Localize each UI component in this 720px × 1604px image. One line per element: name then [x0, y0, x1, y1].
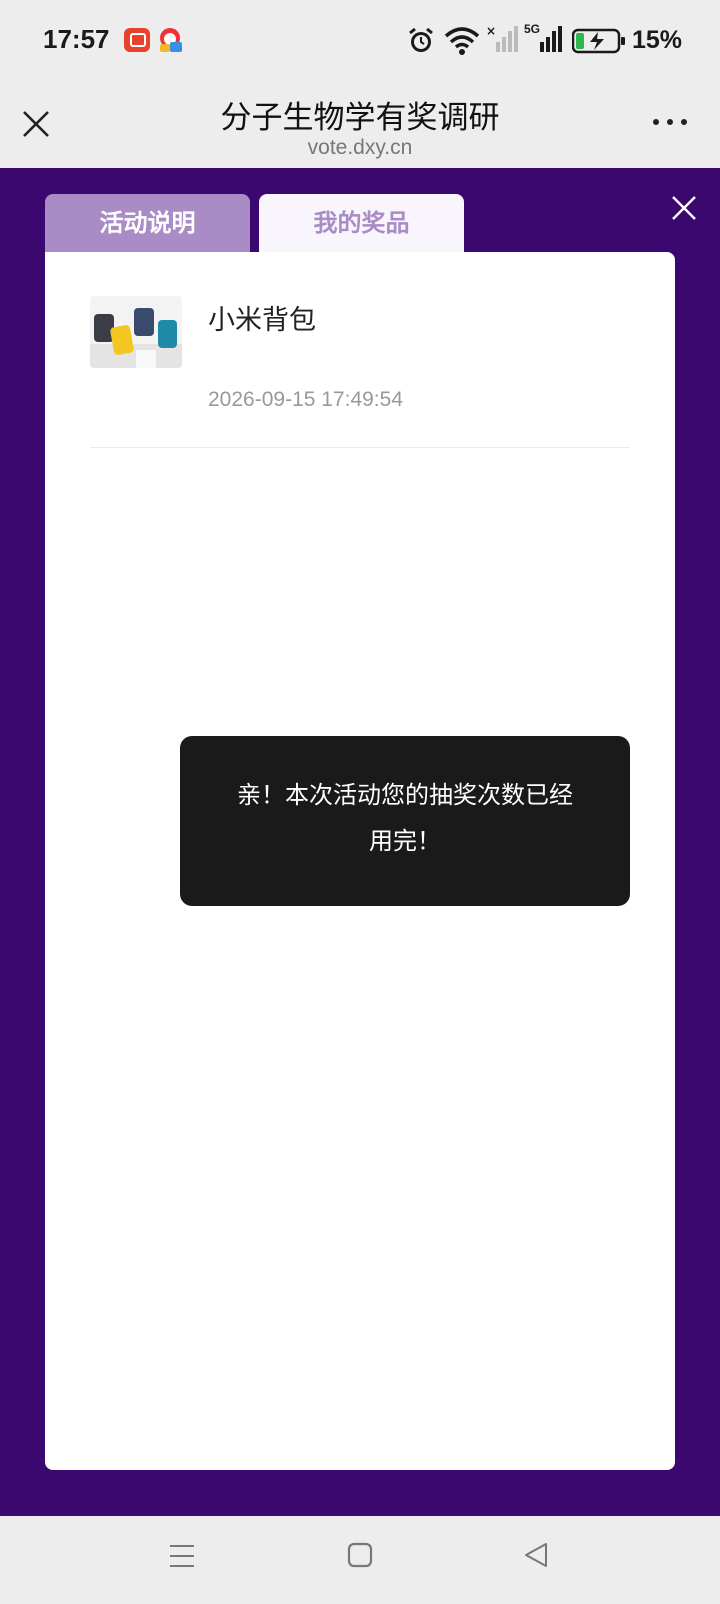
- toast-line-1: 亲！本次活动您的抽奖次数已经: [237, 781, 573, 809]
- back-icon[interactable]: [522, 1540, 550, 1570]
- prize-thumbnail: [90, 296, 182, 368]
- page-url: vote.dxy.cn: [307, 136, 413, 159]
- status-time: 17:57: [43, 24, 110, 54]
- tab-my-prizes[interactable]: 我的奖品: [259, 194, 464, 252]
- app-notification-icon-2: [160, 28, 182, 52]
- more-options-icon[interactable]: [650, 112, 690, 132]
- webview-title-bar: 分子生物学有奖调研 vote.dxy.cn: [0, 82, 720, 168]
- wifi-icon: [444, 27, 480, 55]
- home-icon[interactable]: [346, 1540, 374, 1570]
- prize-name: 小米背包: [208, 305, 316, 336]
- list-item[interactable]: 小米背包 2026-09-15 17:49:54: [90, 296, 630, 448]
- battery-percent: 15%: [632, 26, 683, 54]
- dialog-close-icon[interactable]: [668, 192, 700, 224]
- status-bar: 17:57 × 5G 15%: [0, 0, 720, 82]
- no-signal-icon: ×: [486, 24, 518, 52]
- battery-charging-icon: [572, 28, 625, 54]
- toast-message: 亲！本次活动您的抽奖次数已经 用完！: [180, 736, 630, 906]
- page-title: 分子生物学有奖调研: [220, 100, 500, 136]
- prize-list-panel: 小米背包 2026-09-15 17:49:54 亲！本次活动您的抽奖次数已经 …: [45, 252, 675, 1470]
- recent-apps-icon[interactable]: [168, 1542, 196, 1570]
- toast-line-2: 用完！: [369, 827, 441, 855]
- prize-timestamp: 2026-09-15 17:49:54: [208, 388, 403, 411]
- prize-dialog-backdrop: 活动说明 我的奖品 小米背包 2026-09-15 17:49:54 亲！本次活…: [0, 168, 720, 1516]
- signal-icon: [540, 26, 562, 52]
- system-nav-bar: [0, 1516, 720, 1604]
- app-notification-icon: [124, 28, 150, 52]
- svg-text:×: ×: [486, 24, 496, 38]
- alarm-icon: [409, 27, 433, 52]
- tab-activity-description[interactable]: 活动说明: [45, 194, 250, 252]
